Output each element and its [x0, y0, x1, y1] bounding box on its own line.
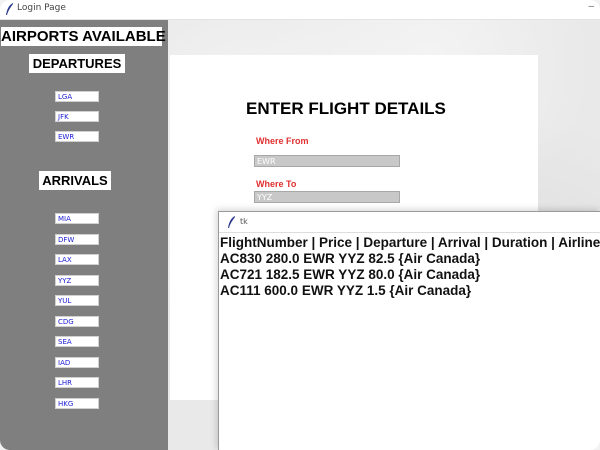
arrival-airport-hkg: HKG [55, 398, 99, 409]
feather-icon [6, 3, 13, 15]
arrival-airport-sea: SEA [55, 336, 99, 347]
minimize-button[interactable]: – [588, 1, 594, 12]
title-bar: Login Page – [0, 0, 600, 20]
where-to-input[interactable]: YYZ [254, 191, 400, 203]
where-from-input[interactable]: EWR [254, 155, 400, 167]
arrival-airport-iad: IAD [55, 357, 99, 368]
arrival-airport-lhr: LHR [55, 377, 99, 388]
arrival-airport-lax: LAX [55, 254, 99, 265]
login-page-window: Login Page – AIRPORTS AVAILABLE DEPARTUR… [0, 0, 600, 450]
results-window: tk FlightNumber | Price | Departure | Ar… [218, 211, 600, 450]
airports-available-heading: AIRPORTS AVAILABLE [1, 27, 166, 46]
results-header-line: FlightNumber | Price | Departure | Arriv… [220, 235, 600, 250]
where-to-label: Where To [256, 179, 297, 189]
where-from-label: Where From [256, 136, 309, 146]
window-title: Login Page [17, 3, 66, 13]
feather-icon [228, 216, 235, 228]
departure-airport-ewr: EWR [55, 131, 99, 142]
arrival-airport-yyz: YYZ [55, 275, 99, 286]
result-line: AC721 182.5 EWR YYZ 80.0 {Air Canada} [220, 267, 481, 282]
page-title: ENTER FLIGHT DETAILS [246, 99, 446, 118]
departures-heading: DEPARTURES [29, 54, 125, 73]
results-window-title: tk [240, 217, 248, 226]
airports-sidebar: AIRPORTS AVAILABLE DEPARTURES LGA JFK EW… [0, 20, 168, 450]
arrivals-heading: ARRIVALS [39, 171, 111, 190]
arrival-airport-dfw: DFW [55, 234, 99, 245]
departure-airport-jfk: JFK [55, 111, 99, 122]
arrival-airport-yul: YUL [55, 295, 99, 306]
flight-results-text: FlightNumber | Price | Departure | Arriv… [220, 235, 600, 299]
arrival-airport-cdg: CDG [55, 316, 99, 327]
departure-airport-lga: LGA [55, 91, 99, 102]
results-title-bar: tk [219, 212, 600, 233]
result-line: AC111 600.0 EWR YYZ 1.5 {Air Canada} [220, 283, 472, 298]
arrival-airport-mia: MIA [55, 213, 99, 224]
result-line: AC830 280.0 EWR YYZ 82.5 {Air Canada} [220, 251, 481, 266]
